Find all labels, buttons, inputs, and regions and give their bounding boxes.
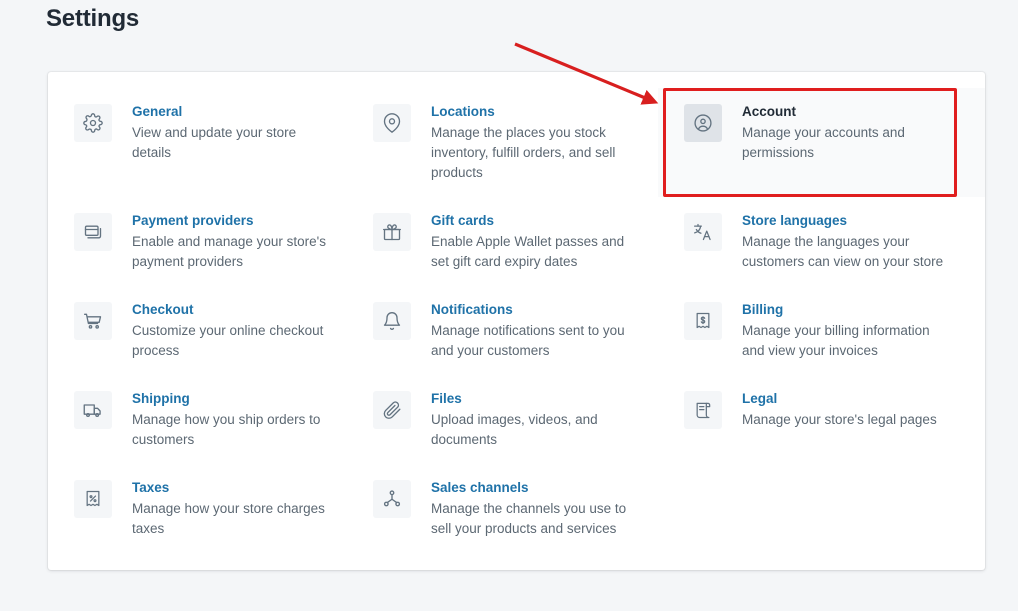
setting-title: Sales channels: [431, 480, 529, 495]
setting-text: Shipping Manage how you ship orders to c…: [132, 389, 331, 450]
setting-title: Account: [742, 104, 796, 119]
setting-title: Payment providers: [132, 213, 254, 228]
setting-title: Billing: [742, 302, 784, 317]
setting-description: Manage your store's legal pages: [742, 412, 937, 427]
setting-item-files[interactable]: Files Upload images, videos, and documen…: [347, 375, 658, 464]
scroll-document-icon: [684, 391, 722, 429]
setting-title: Checkout: [132, 302, 194, 317]
map-pin-icon: [373, 104, 411, 142]
setting-description: Upload images, videos, and documents: [431, 412, 598, 447]
setting-description: Manage the channels you use to sell your…: [431, 501, 627, 536]
setting-title: General: [132, 104, 183, 119]
receipt-dollar-icon: [684, 302, 722, 340]
setting-text: General View and update your store detai…: [132, 102, 331, 163]
setting-item-taxes[interactable]: Taxes Manage how your store charges taxe…: [48, 464, 347, 553]
setting-item-account[interactable]: Account Manage your accounts and permiss…: [658, 88, 985, 197]
paperclip-icon: [373, 391, 411, 429]
setting-text: Billing Manage your billing information …: [742, 300, 954, 361]
user-circle-icon: [684, 104, 722, 142]
setting-text: Files Upload images, videos, and documen…: [431, 389, 642, 450]
setting-description: Manage how you ship orders to customers: [132, 412, 321, 447]
setting-item-legal[interactable]: Legal Manage your store's legal pages: [658, 375, 985, 464]
setting-description: Customize your online checkout process: [132, 323, 324, 358]
setting-item-billing[interactable]: Billing Manage your billing information …: [658, 286, 985, 375]
setting-item-checkout[interactable]: Checkout Customize your online checkout …: [48, 286, 347, 375]
setting-title: Taxes: [132, 480, 170, 495]
network-nodes-icon: [373, 480, 411, 518]
setting-item-sales-channels[interactable]: Sales channels Manage the channels you u…: [347, 464, 658, 553]
truck-icon: [74, 391, 112, 429]
setting-text: Locations Manage the places you stock in…: [431, 102, 642, 183]
setting-text: Notifications Manage notifications sent …: [431, 300, 642, 361]
setting-description: Manage the languages your customers can …: [742, 234, 944, 269]
setting-description: View and update your store details: [132, 125, 297, 160]
setting-title: Notifications: [431, 302, 513, 317]
setting-text: Sales channels Manage the channels you u…: [431, 478, 642, 539]
setting-item-general[interactable]: General View and update your store detai…: [48, 88, 347, 197]
setting-item-locations[interactable]: Locations Manage the places you stock in…: [347, 88, 658, 197]
receipt-percent-icon: [74, 480, 112, 518]
setting-title: Files: [431, 391, 462, 406]
setting-description: Manage the places you stock inventory, f…: [431, 125, 616, 180]
payment-card-icon: [74, 213, 112, 251]
setting-title: Legal: [742, 391, 778, 406]
setting-text: Taxes Manage how your store charges taxe…: [132, 478, 331, 539]
setting-description: Manage your accounts and permissions: [742, 125, 905, 160]
setting-title: Shipping: [132, 391, 190, 406]
setting-item-payment-providers[interactable]: Payment providers Enable and manage your…: [48, 197, 347, 286]
setting-text: Account Manage your accounts and permiss…: [742, 102, 954, 163]
bell-icon: [373, 302, 411, 340]
setting-description: Enable Apple Wallet passes and set gift …: [431, 234, 625, 269]
setting-item-gift-cards[interactable]: Gift cards Enable Apple Wallet passes an…: [347, 197, 658, 286]
setting-description: Manage your billing information and view…: [742, 323, 930, 358]
translate-icon: [684, 213, 722, 251]
setting-title: Store languages: [742, 213, 848, 228]
setting-text: Checkout Customize your online checkout …: [132, 300, 331, 361]
setting-item-shipping[interactable]: Shipping Manage how you ship orders to c…: [48, 375, 347, 464]
gear-icon: [74, 104, 112, 142]
setting-title: Gift cards: [431, 213, 495, 228]
gift-icon: [373, 213, 411, 251]
settings-grid: General View and update your store detai…: [48, 72, 985, 553]
setting-text: Legal Manage your store's legal pages: [742, 389, 937, 430]
setting-title: Locations: [431, 104, 495, 119]
setting-text: Store languages Manage the languages you…: [742, 211, 954, 272]
page-title: Settings: [46, 5, 140, 32]
setting-item-notifications[interactable]: Notifications Manage notifications sent …: [347, 286, 658, 375]
setting-text: Payment providers Enable and manage your…: [132, 211, 331, 272]
setting-description: Enable and manage your store's payment p…: [132, 234, 326, 269]
setting-item-store-languages[interactable]: Store languages Manage the languages you…: [658, 197, 985, 286]
shopping-cart-icon: [74, 302, 112, 340]
settings-card: General View and update your store detai…: [48, 72, 985, 570]
setting-description: Manage how your store charges taxes: [132, 501, 325, 536]
setting-description: Manage notifications sent to you and you…: [431, 323, 625, 358]
setting-text: Gift cards Enable Apple Wallet passes an…: [431, 211, 642, 272]
